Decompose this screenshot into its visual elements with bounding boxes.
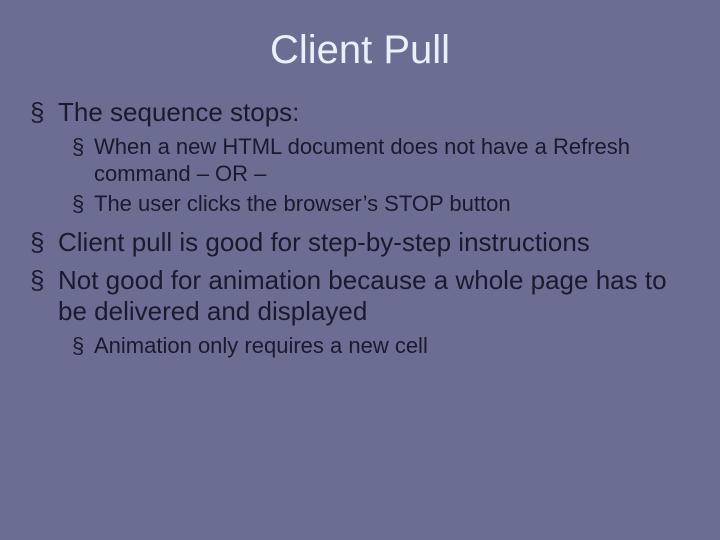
bullet-icon: § bbox=[30, 97, 58, 128]
bullet-icon: § bbox=[72, 191, 94, 217]
bullet-icon: § bbox=[72, 134, 94, 187]
list-item: § Client pull is good for step-by-step i… bbox=[30, 227, 690, 258]
item-text: The sequence stops: bbox=[58, 97, 690, 128]
item-text: The user clicks the browser’s STOP butto… bbox=[94, 191, 690, 217]
item-text: When a new HTML document does not have a… bbox=[94, 134, 690, 187]
bullet-group-1: § The sequence stops: § When a new HTML … bbox=[30, 97, 690, 217]
item-text: Not good for animation because a whole p… bbox=[58, 265, 690, 327]
bullet-icon: § bbox=[30, 227, 58, 258]
list-item: § The sequence stops: bbox=[30, 97, 690, 128]
item-text: Animation only requires a new cell bbox=[94, 333, 690, 359]
slide: Client Pull § The sequence stops: § When… bbox=[0, 0, 720, 540]
list-item: § Animation only requires a new cell bbox=[72, 333, 690, 359]
slide-title: Client Pull bbox=[0, 0, 720, 97]
bullet-icon: § bbox=[30, 265, 58, 327]
slide-content: § The sequence stops: § When a new HTML … bbox=[0, 97, 720, 359]
item-text: Client pull is good for step-by-step ins… bbox=[58, 227, 690, 258]
bullet-group-2: § Client pull is good for step-by-step i… bbox=[30, 227, 690, 359]
list-item: § When a new HTML document does not have… bbox=[72, 134, 690, 187]
bullet-icon: § bbox=[72, 333, 94, 359]
list-item: § Not good for animation because a whole… bbox=[30, 265, 690, 327]
list-item: § The user clicks the browser’s STOP but… bbox=[72, 191, 690, 217]
